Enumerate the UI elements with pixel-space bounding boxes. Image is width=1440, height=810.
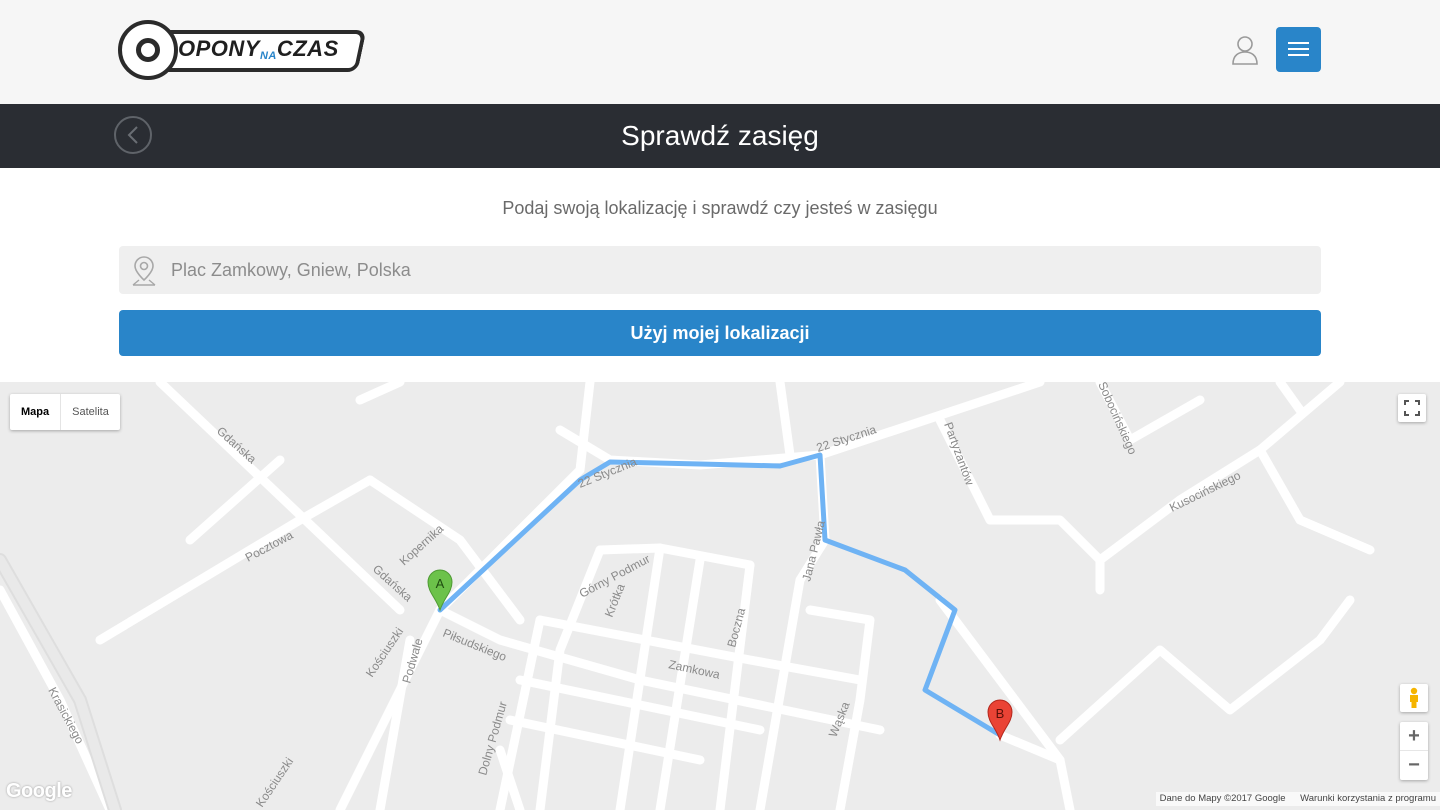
use-my-location-button[interactable]: Użyj mojej lokalizacji [119,310,1321,356]
street-label: Kopernika [397,521,447,568]
marker-a-label: A [436,576,445,591]
user-icon[interactable] [1231,35,1259,65]
street-label: Kościuszki [253,755,296,810]
street-label: Kusocińskiego [1167,468,1243,515]
chevron-left-icon [127,126,138,144]
map-type-map-button[interactable]: Mapa [10,394,62,430]
fullscreen-button[interactable] [1398,394,1426,422]
fullscreen-icon [1404,400,1420,416]
tire-icon [118,20,178,80]
street-label: Partyzantów [941,420,977,487]
map-pin-icon [132,256,156,286]
terms-link[interactable]: Warunki korzystania z programu [1300,793,1436,804]
map-data-credit: Dane do Mapy ©2017 Google [1159,793,1286,804]
back-button[interactable] [114,116,152,154]
street-label: Sobocińskiego [1095,382,1140,457]
street-label: Zamkowa [667,657,721,682]
hamburger-menu-icon [1288,42,1309,44]
zoom-out-button[interactable]: − [1400,751,1428,779]
street-label: Kościuszki [363,625,406,680]
map-canvas[interactable]: Gdańska Gdańska Pocztowa Kopernika 22 St… [0,382,1440,810]
map-type-satellite-button[interactable]: Satelita [61,394,120,430]
zoom-control: + − [1400,722,1428,780]
location-input[interactable] [171,246,1301,294]
google-logo: Google [6,780,72,802]
page-title: Sprawdź zasięg [621,120,819,151]
menu-button[interactable] [1276,27,1321,72]
street-view-pegman[interactable] [1400,684,1428,712]
site-logo[interactable]: OPONYNACZAS [118,20,368,84]
map-attribution: Dane do Mapy ©2017 Google Warunki korzys… [1155,792,1440,806]
instructions-text: Podaj swoją lokalizację i sprawdź czy je… [502,198,938,218]
marker-b-label: B [996,706,1005,721]
logo-text: OPONYNACZAS [178,36,339,62]
location-search-box[interactable] [119,246,1321,294]
map-type-control: Mapa Satelita [10,394,120,430]
pegman-icon [1410,687,1418,708]
zoom-in-button[interactable]: + [1400,722,1428,751]
map[interactable]: Gdańska Gdańska Pocztowa Kopernika 22 St… [0,382,1440,810]
street-label: Jana Pawła [799,519,828,583]
